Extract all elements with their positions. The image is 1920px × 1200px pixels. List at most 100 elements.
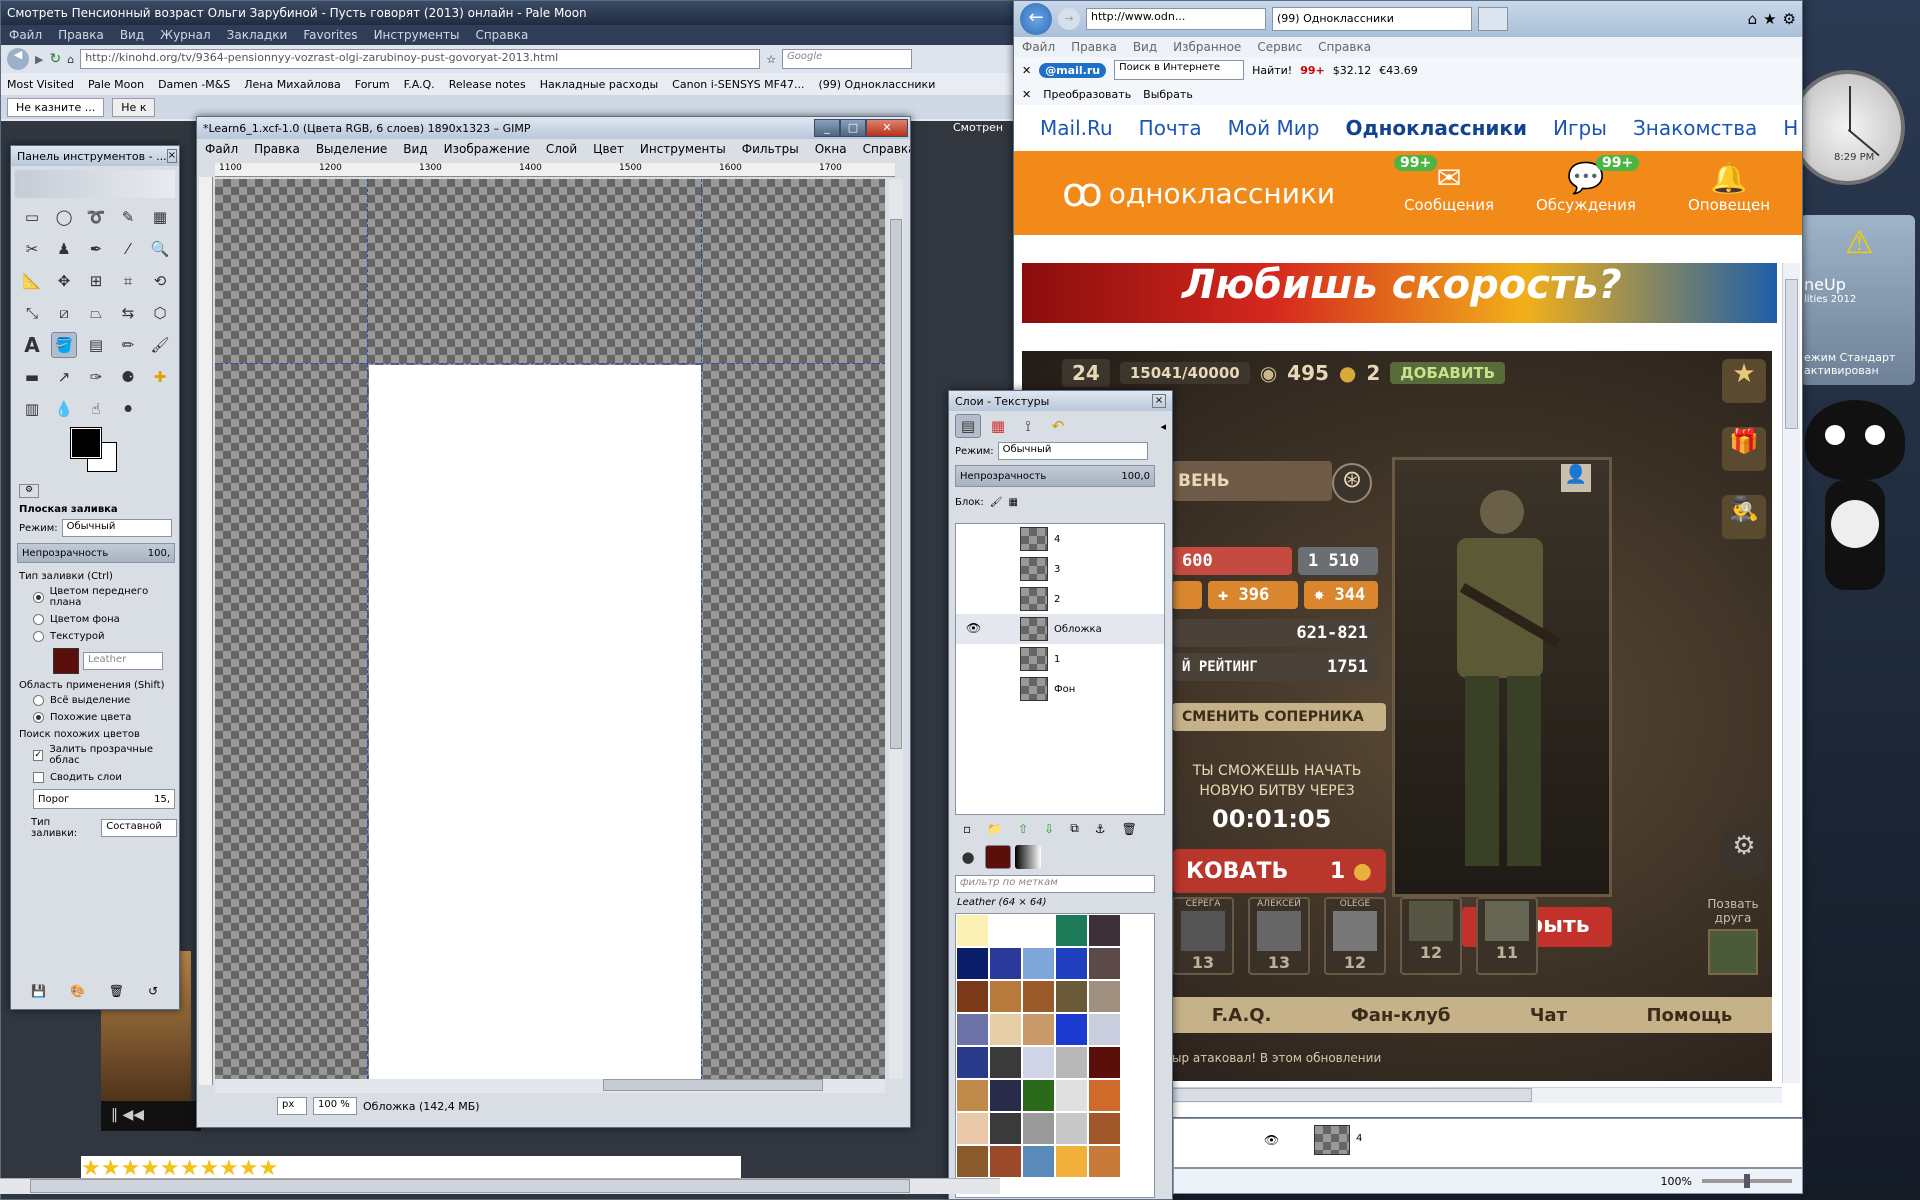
perspective-tool-icon[interactable]: ⏢ — [83, 300, 109, 326]
gimp-menu-select[interactable]: Выделение — [308, 142, 395, 156]
layer-row-selected[interactable]: 👁 Обложка — [956, 614, 1164, 644]
smudge-tool-icon[interactable]: ☝ — [83, 396, 109, 422]
convert-button[interactable]: Преобразовать — [1043, 88, 1131, 101]
gimp-menu-windows[interactable]: Окна — [807, 142, 855, 156]
pattern-tile[interactable] — [1088, 1112, 1121, 1145]
pattern-tile[interactable] — [1022, 1145, 1055, 1178]
forward-icon[interactable]: ▶ — [35, 53, 43, 66]
reload-icon[interactable]: ↻ — [49, 51, 61, 67]
pattern-tile[interactable] — [956, 1046, 989, 1079]
bm-forum[interactable]: Forum — [355, 78, 390, 91]
pattern-tile[interactable] — [956, 1013, 989, 1046]
layer-row[interactable]: 4 — [956, 524, 1164, 554]
attack-button[interactable]: КОВАТЬ 1 ● — [1172, 849, 1386, 893]
pattern-tile[interactable] — [956, 980, 989, 1013]
pencil-tool-icon[interactable]: ✏ — [115, 332, 141, 358]
ie-home-icon[interactable]: ⌂ — [1748, 10, 1758, 28]
portal-nav-myworld[interactable]: Мой Мир — [1228, 116, 1320, 140]
zoom-select[interactable]: 100 % — [313, 1097, 357, 1115]
mail-badge[interactable]: 99+ — [1300, 64, 1325, 77]
new-group-icon[interactable]: 📁 — [987, 822, 1002, 836]
pattern-tile[interactable] — [989, 1112, 1022, 1145]
layers-tab-icon[interactable]: ▤ — [955, 414, 981, 438]
friend-tile[interactable]: 11 — [1476, 897, 1538, 975]
pattern-tile[interactable] — [1055, 1013, 1088, 1046]
layer-row[interactable]: Фон — [956, 674, 1164, 704]
ie-new-tab[interactable] — [1478, 7, 1508, 31]
paintbrush-tool-icon[interactable]: 🖌 — [147, 332, 173, 358]
pattern-tile[interactable] — [1088, 1145, 1121, 1178]
pattern-tile[interactable] — [1088, 914, 1121, 947]
brushes-tab-icon[interactable]: ● — [955, 845, 981, 869]
lower-layer-icon[interactable]: ⇩ — [1044, 822, 1054, 836]
save-options-icon[interactable]: 💾 — [31, 984, 46, 998]
reset-options-icon[interactable]: ↺ — [148, 984, 158, 998]
bm-palemoon[interactable]: Pale Moon — [88, 78, 144, 91]
scale-tool-icon[interactable]: ⤡ — [19, 300, 45, 326]
lock-alpha-icon[interactable]: ▦ — [1008, 497, 1017, 508]
image-canvas[interactable] — [215, 179, 885, 1079]
opacity-slider[interactable]: Непрозрачность 100, — [17, 543, 175, 563]
bm-damen[interactable]: Damen -M&S — [158, 78, 230, 91]
ok-logo-icon[interactable]: ꚙ — [1062, 170, 1103, 216]
bm-release[interactable]: Release notes — [449, 78, 526, 91]
threshold-slider[interactable]: Порог 15, — [33, 789, 175, 809]
pattern-tile[interactable] — [989, 914, 1022, 947]
ok-nav-notifications[interactable]: 🔔 Оповещен — [1688, 161, 1770, 214]
friend-tile[interactable]: СЕРЕГА 13 — [1172, 897, 1234, 975]
mailru-brand[interactable]: @mail.ru — [1039, 62, 1107, 78]
eye-icon[interactable]: 👁 — [966, 621, 981, 635]
layer-row[interactable]: 1 — [956, 644, 1164, 674]
gradients-tab-icon[interactable] — [1015, 845, 1041, 869]
layers-dock-close-icon[interactable]: × — [1152, 394, 1166, 408]
pattern-tile[interactable] — [956, 1145, 989, 1178]
channels-tab-icon[interactable]: ▦ — [985, 414, 1011, 438]
ie-vscroll[interactable] — [1782, 263, 1800, 1083]
ink-tool-icon[interactable]: ✑ — [83, 364, 109, 390]
free-select-tool-icon[interactable]: ➰ — [83, 204, 109, 230]
mailru-find-button[interactable]: Найти! — [1252, 64, 1292, 77]
bm-costs[interactable]: Накладные расходы — [540, 78, 658, 91]
ie-forward-icon[interactable]: → — [1058, 8, 1080, 30]
gimp-menu-color[interactable]: Цвет — [585, 142, 632, 156]
gimp-menu-view[interactable]: Вид — [395, 142, 435, 156]
pm-menu-history[interactable]: Журнал — [152, 28, 219, 42]
measure-tool-icon[interactable]: 📐 — [19, 268, 45, 294]
zoom-tool-icon[interactable]: 🔍 — [147, 236, 173, 262]
friend-tile[interactable]: 12 — [1400, 897, 1462, 975]
raise-layer-icon[interactable]: ⇧ — [1018, 822, 1028, 836]
pm-menu-favorites[interactable]: Favorites — [295, 28, 365, 42]
pattern-filter-input[interactable]: фильтр по меткам — [955, 875, 1155, 893]
fill-by-select[interactable]: Составной — [101, 819, 177, 837]
ie-favorites-icon[interactable]: ★ — [1763, 10, 1776, 28]
eraser-tool-icon[interactable]: ▬ — [19, 364, 45, 390]
select-button[interactable]: Выбрать — [1143, 88, 1193, 101]
restore-options-icon[interactable]: 🎨 — [70, 984, 85, 998]
ad-banner[interactable]: Любишь скорость? — [1022, 263, 1777, 323]
lock-pixels-icon[interactable]: 🖌 — [990, 497, 1003, 508]
spy-icon[interactable]: 🕵 — [1722, 495, 1766, 539]
layer-row[interactable]: 3 — [956, 554, 1164, 584]
gimp-close-button[interactable]: ✕ — [866, 119, 908, 137]
delete-options-icon[interactable]: 🗑 — [109, 984, 124, 998]
perspective-clone-tool-icon[interactable]: ▥ — [19, 396, 45, 422]
ok-nav-messages[interactable]: ✉ Сообщения 99+ — [1394, 155, 1494, 214]
portal-nav-dating[interactable]: Знакомства — [1633, 116, 1757, 140]
ellipse-select-tool-icon[interactable]: ◯ — [51, 204, 77, 230]
bm-most-visited[interactable]: Most Visited — [7, 78, 74, 91]
layers-opacity-slider[interactable]: Непрозрачность 100,0 — [955, 465, 1155, 487]
add-currency-button[interactable]: ДОБАВИТЬ — [1390, 362, 1506, 384]
fill-transparent-checkbox[interactable]: ✓ — [33, 749, 44, 761]
pattern-tile[interactable] — [1055, 1079, 1088, 1112]
pm-menu-help[interactable]: Справка — [467, 28, 536, 42]
zoom-slider[interactable] — [1702, 1174, 1792, 1188]
pattern-tile[interactable] — [989, 947, 1022, 980]
align-tool-icon[interactable]: ⊞ — [83, 268, 109, 294]
portal-nav-ok[interactable]: Одноклассники — [1345, 116, 1527, 140]
pattern-tile[interactable] — [956, 947, 989, 980]
pm-menu-file[interactable]: Файл — [1, 28, 50, 42]
pm-menu-tools[interactable]: Инструменты — [366, 28, 468, 42]
gimp-menu-layer[interactable]: Слой — [538, 142, 585, 156]
area-selection-radio[interactable] — [33, 695, 44, 706]
fuzzy-select-tool-icon[interactable]: ✎ — [115, 204, 141, 230]
